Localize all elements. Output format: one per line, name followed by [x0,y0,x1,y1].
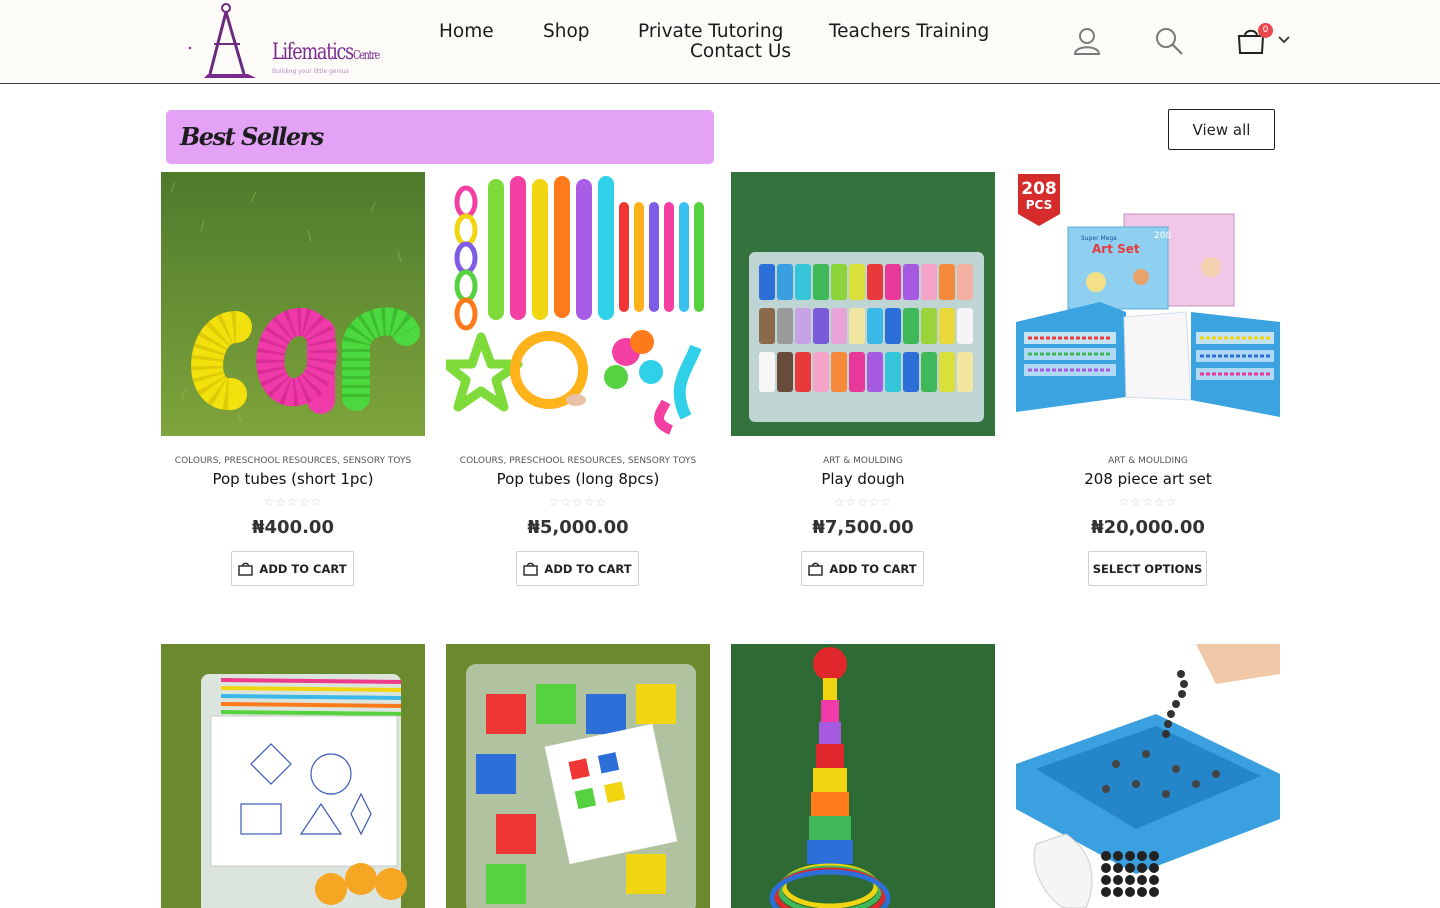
product-image[interactable]: 208 PCS Super Mega Art Set 208 [1016,172,1280,436]
add-to-cart-label: Add to cart [259,561,347,576]
product-name[interactable]: Pop tubes (short 1pc) [161,470,425,488]
product-image[interactable] [446,172,710,436]
section-title: Best Sellers [180,122,324,151]
product-name[interactable]: Pop tubes (long 8pcs) [446,470,710,488]
product-image[interactable] [161,644,425,908]
shopping-bag-icon [238,562,254,576]
product-price: ₦400.00 [252,517,334,538]
product-card: Art & Moulding Play dough ☆☆☆☆☆ ₦7,500.0… [731,172,995,602]
box-count: 208 [1154,231,1171,241]
nav-shop[interactable]: Shop [543,21,590,42]
rating-stars: ☆☆☆☆☆ [548,495,608,509]
view-all-button[interactable]: View all [1168,109,1275,150]
add-to-cart-button[interactable]: Add to cart [516,551,639,586]
shopping-bag-icon [808,562,824,576]
add-to-cart-label: Add to cart [544,561,632,576]
nav-home[interactable]: Home [439,21,494,42]
cart-count-badge: 0 [1258,23,1273,38]
product-card: Colours, Preschool Resources, Sensory To… [446,172,710,602]
product-categories: Colours, Preschool Resources, Sensory To… [459,456,697,466]
product-image[interactable] [731,644,995,908]
product-categories: Art & Moulding [1108,456,1188,466]
box-title: Art Set [1092,242,1140,256]
logo-wordmark: LifematicsCentre [272,40,380,65]
nav-teachers-training[interactable]: Teachers Training [829,21,989,42]
section-banner: Best Sellers [166,110,714,164]
rating-stars: ☆☆☆☆☆ [833,495,893,509]
shopping-bag-icon [523,562,539,576]
product-price: ₦20,000.00 [1091,517,1205,538]
logo-tagline: Building your little genius [272,68,349,75]
badge-count: 208 [1021,179,1057,199]
product-categories: Art & Moulding [823,456,903,466]
product-price: ₦7,500.00 [812,517,914,538]
product-price: ₦5,000.00 [527,517,629,538]
rating-stars: ☆☆☆☆☆ [1118,495,1178,509]
badge-unit: PCS [1026,198,1052,212]
user-icon[interactable] [1072,26,1102,56]
product-image[interactable] [446,644,710,908]
product-image[interactable] [731,172,995,436]
chevron-down-icon[interactable] [1278,35,1290,45]
site-header: LifematicsCentre Building your little ge… [0,0,1440,84]
product-name[interactable]: 208 piece art set [1016,470,1280,488]
add-to-cart-label: Add to cart [829,561,917,576]
rating-stars: ☆☆☆☆☆ [263,495,323,509]
add-to-cart-button[interactable]: Add to cart [231,551,354,586]
box-brand: Super Mega [1081,235,1117,242]
add-to-cart-button[interactable]: Add to cart [801,551,924,586]
product-image[interactable] [1016,644,1280,908]
logo-name: Lifematics [272,40,354,65]
product-categories: Colours, Preschool Resources, Sensory To… [174,456,412,466]
product-card: Colours, Preschool Resources, Sensory To… [161,172,425,602]
product-card: 208 PCS Super Mega Art Set 208 ART & MOU… [1016,172,1280,602]
nav-contact-us[interactable]: Contact Us [690,41,791,62]
logo-name-suffix: Centre [353,48,380,62]
select-options-button[interactable]: Select options [1088,551,1207,586]
product-name[interactable]: Play dough [731,470,995,488]
nav-private-tutoring[interactable]: Private Tutoring [638,21,783,42]
search-icon[interactable] [1154,26,1184,56]
select-options-label: Select options [1092,561,1203,576]
product-image[interactable] [161,172,425,436]
